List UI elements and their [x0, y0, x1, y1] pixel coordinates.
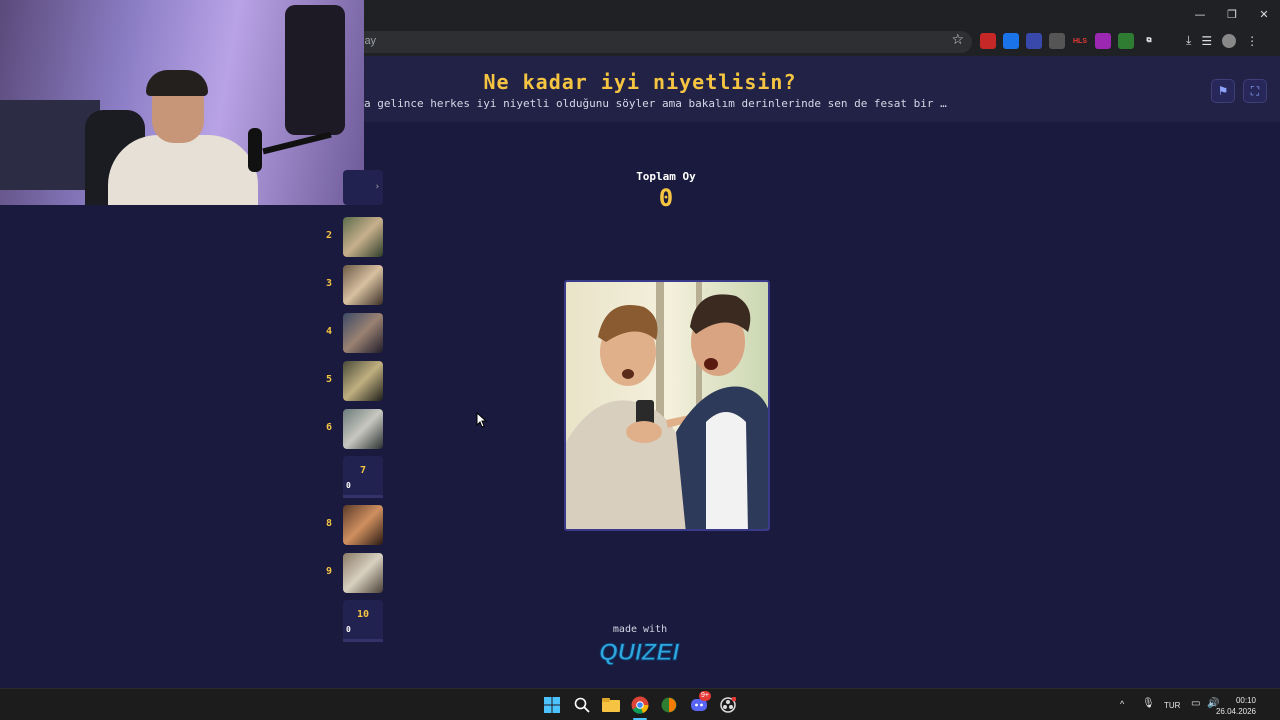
sidebar-thumbnail[interactable] — [343, 361, 383, 401]
sidebar-item-number: 8 — [325, 518, 333, 529]
sidebar-item-votes: 0 — [346, 481, 351, 490]
question-image[interactable] — [564, 280, 770, 531]
clock-date: 26.04.2026 — [1215, 707, 1256, 716]
file-explorer-icon[interactable] — [601, 695, 621, 715]
sidebar-item-8[interactable]: 8 — [320, 504, 384, 546]
sidebar-vote-bar — [343, 639, 383, 642]
window-controls: — ❐ ✕ — [1184, 0, 1280, 28]
quiz-description: a gelince herkes iyi niyetli olduğunu sö… — [364, 97, 947, 110]
sidebar-item-6[interactable]: 6 — [320, 408, 384, 450]
tray-overflow-icon[interactable]: ^ — [1120, 699, 1124, 709]
made-with-label: made with — [612, 624, 668, 635]
extension-3-icon[interactable] — [1026, 33, 1042, 49]
translate-icon[interactable] — [1003, 33, 1019, 49]
extensions-bar: HLS ⧉ — [980, 33, 1157, 49]
restore-button[interactable]: ❐ — [1216, 0, 1248, 28]
microphone-icon[interactable]: 🎙 — [1142, 698, 1155, 709]
sidebar-item-2[interactable]: 2 — [320, 216, 384, 258]
extension-1-icon[interactable] — [980, 33, 996, 49]
clock-time: 00:10 — [1235, 696, 1256, 705]
sidebar-thumbnail[interactable] — [343, 313, 383, 353]
sidebar-item-1[interactable]: › — [343, 170, 383, 205]
sidebar-thumbnail[interactable] — [343, 217, 383, 257]
mouse-cursor-icon — [476, 412, 488, 428]
webcam-coat — [285, 5, 345, 135]
sidebar-item-number: 7 — [359, 465, 367, 476]
sidebar-vote-bar — [343, 495, 383, 498]
webcam-overlay — [0, 0, 364, 205]
browser-menu-icon[interactable]: ⋮ — [1246, 34, 1258, 48]
total-votes-value: 0 — [658, 184, 674, 212]
sidebar-item-number: 3 — [325, 278, 333, 289]
media-controls-icon[interactable]: ☰ — [1201, 34, 1212, 48]
flag-button[interactable]: ⚑ — [1211, 79, 1235, 103]
sidebar-item-number: 5 — [325, 374, 333, 385]
fullscreen-button[interactable]: ⛶ — [1243, 79, 1267, 103]
sidebar-thumbnail[interactable] — [343, 505, 383, 545]
sidebar-empty-card[interactable]: 70 — [343, 456, 383, 498]
download-helper-icon[interactable] — [1049, 33, 1065, 49]
minimize-button[interactable]: — — [1184, 0, 1216, 28]
fullscreen-icon: ⛶ — [1250, 83, 1260, 98]
webcam-mic-arm — [262, 131, 332, 155]
webcam-person-hair — [146, 70, 208, 96]
profile-avatar[interactable] — [1222, 33, 1237, 48]
windows-taskbar: 9+ ^ 🎙 TUR ▭ 🔊 00:10 26.04.2026 — [0, 688, 1280, 720]
discord-notification-badge: 9+ — [699, 691, 711, 701]
hls-icon[interactable]: HLS — [1072, 33, 1088, 49]
search-icon[interactable] — [572, 695, 592, 715]
sidebar-item-number: 2 — [325, 230, 333, 241]
system-clock[interactable]: 00:10 26.04.2026 — [1216, 695, 1256, 717]
sidebar-thumbnail[interactable] — [343, 553, 383, 593]
sidebar-item-10[interactable]: 10 0 — [320, 600, 384, 642]
quizei-logo[interactable]: QUIZEI — [596, 635, 682, 667]
chrome-icon[interactable] — [630, 695, 650, 715]
address-bar[interactable]: lay ☆ — [342, 31, 972, 53]
close-button[interactable]: ✕ — [1248, 0, 1280, 28]
sidebar-thumbnail[interactable] — [343, 409, 383, 449]
url-text[interactable]: lay — [362, 35, 376, 47]
obs-icon[interactable] — [718, 695, 738, 715]
language-indicator[interactable]: TUR — [1164, 701, 1180, 710]
svg-text:QUIZEI: QUIZEI — [599, 639, 680, 666]
bookmark-star-icon[interactable]: ☆ — [951, 32, 964, 48]
sidebar-item-9[interactable]: 9 — [320, 552, 384, 594]
sidebar-item-number: 4 — [325, 326, 333, 337]
sidebar-item-4[interactable]: 4 — [320, 312, 384, 354]
flag-icon: ⚑ — [1217, 84, 1229, 98]
sidebar-item-3[interactable]: 3 — [320, 264, 384, 306]
network-icon[interactable]: ▭ — [1191, 698, 1200, 709]
app-launcher-icon[interactable] — [659, 695, 679, 715]
extension-6-icon[interactable] — [1095, 33, 1111, 49]
webcam-person-body — [108, 135, 258, 205]
sidebar-empty-card[interactable]: 10 0 — [343, 600, 383, 642]
sidebar-item-number: 9 — [325, 566, 333, 577]
two-men-arguing-illustration — [566, 282, 768, 529]
sidebar-item-votes: 0 — [346, 625, 351, 634]
sidebar-thumbnail[interactable] — [343, 265, 383, 305]
download-icon[interactable]: ⤓ — [1186, 33, 1191, 48]
webcam-microphone — [248, 128, 262, 172]
windows-start-icon[interactable] — [542, 695, 562, 715]
total-votes-label: Toplam Oy — [636, 170, 696, 183]
puzzle-icon[interactable]: ⧉ — [1141, 33, 1157, 49]
sidebar-item-number: 10 — [356, 609, 370, 620]
sidebar-item-7[interactable]: 70 — [320, 456, 384, 498]
extension-7-icon[interactable] — [1118, 33, 1134, 49]
sidebar-item-number: 6 — [325, 422, 333, 433]
sidebar-item-5[interactable]: 5 — [320, 360, 384, 402]
